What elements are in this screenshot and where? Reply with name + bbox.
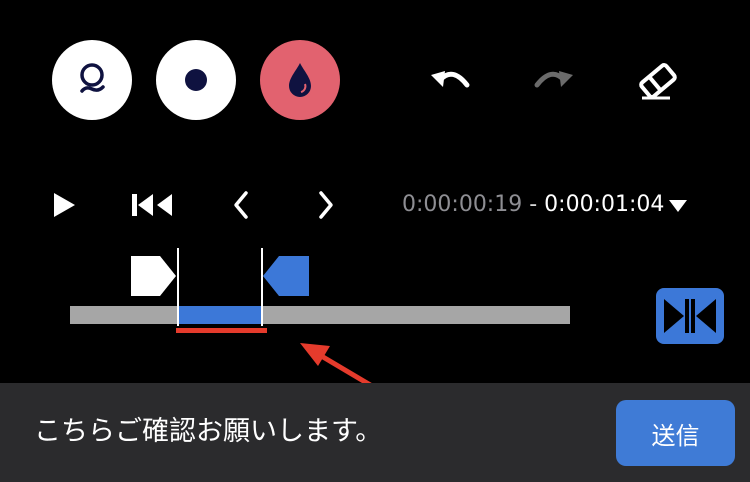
time-separator: - xyxy=(522,192,545,217)
previous-frame-button[interactable] xyxy=(226,186,256,224)
undo-button[interactable] xyxy=(426,60,474,100)
eraser-button[interactable] xyxy=(634,58,682,104)
play-button[interactable] xyxy=(46,188,82,222)
fit-selection-button[interactable] xyxy=(656,288,724,344)
undo-icon xyxy=(431,71,470,88)
timeline xyxy=(70,248,570,390)
timeline-selection xyxy=(178,306,262,324)
next-frame-button[interactable] xyxy=(311,186,341,224)
chevron-left-icon xyxy=(234,191,248,219)
timeline-track[interactable] xyxy=(70,306,570,324)
drop-icon xyxy=(289,63,311,97)
time-end: 0:00:01:04 xyxy=(544,192,665,217)
dot-icon xyxy=(185,69,207,91)
send-button[interactable]: 送信 xyxy=(616,400,735,466)
eraser-icon xyxy=(639,63,677,100)
play-icon xyxy=(54,193,75,217)
time-range-dropdown[interactable] xyxy=(664,194,692,218)
fit-selection-icon xyxy=(664,299,716,333)
lasso-tool-button[interactable] xyxy=(52,40,132,120)
drop-tool-button[interactable] xyxy=(260,40,340,120)
in-point-handle[interactable] xyxy=(131,256,176,296)
selection-underline xyxy=(176,328,267,333)
redo-icon xyxy=(534,71,573,88)
chevron-right-icon xyxy=(319,191,333,219)
time-start: 0:00:00:19 xyxy=(402,192,523,217)
redo-button[interactable] xyxy=(530,60,578,100)
out-point-handle[interactable] xyxy=(263,256,309,296)
lasso-icon xyxy=(80,63,105,93)
dot-tool-button[interactable] xyxy=(156,40,236,120)
skip-to-start-button[interactable] xyxy=(128,188,176,222)
comment-text[interactable]: こちらご確認お願いします。 xyxy=(34,414,382,450)
time-range-display: 0:00:00:19 - 0:00:01:04 xyxy=(402,190,664,220)
skip-to-start-icon xyxy=(132,194,172,216)
dropdown-triangle-icon xyxy=(669,200,687,212)
